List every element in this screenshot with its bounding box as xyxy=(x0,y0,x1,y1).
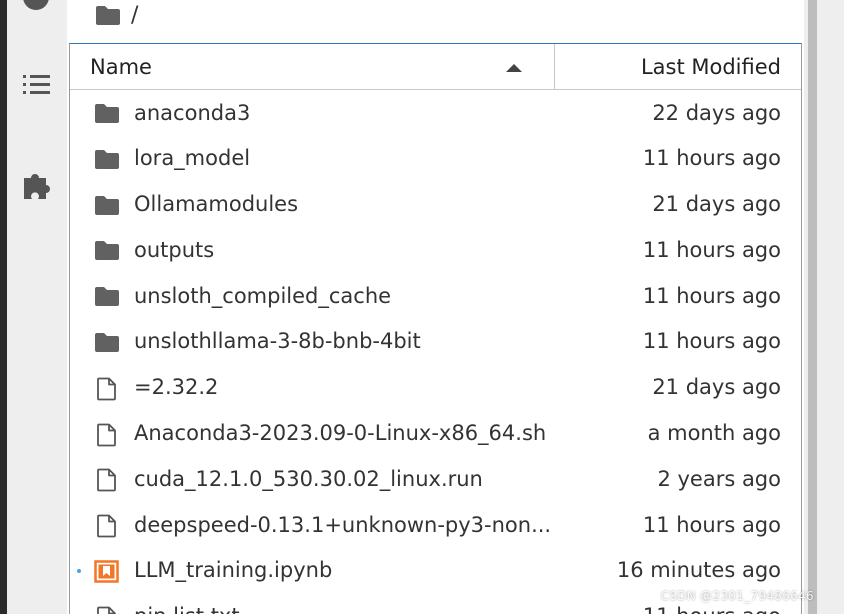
file-icon xyxy=(94,377,120,401)
running-indicator-icon xyxy=(77,568,81,573)
last-modified: 21 days ago xyxy=(652,192,781,217)
list-item[interactable]: cuda_12.1.0_530.30.02_linux.run 2 years a… xyxy=(70,456,801,502)
file-name: anaconda3 xyxy=(134,100,251,125)
file-icon xyxy=(94,468,120,492)
folder-icon xyxy=(94,194,120,216)
folder-icon[interactable] xyxy=(95,4,121,26)
folder-icon xyxy=(94,239,120,261)
last-modified: 11 hours ago xyxy=(642,329,781,354)
sort-ascending-icon[interactable] xyxy=(506,64,522,72)
last-modified: 11 hours ago xyxy=(642,283,781,308)
column-divider[interactable] xyxy=(554,44,555,90)
last-modified: 2 years ago xyxy=(657,466,781,491)
file-name: deepspeed-0.13.1+unknown-py3-non... xyxy=(134,512,552,537)
folder-icon xyxy=(94,148,120,170)
file-name: outputs xyxy=(134,237,215,262)
folder-icon xyxy=(94,102,120,124)
activity-bar xyxy=(7,0,68,614)
file-name: lora_model xyxy=(134,146,251,171)
last-modified: a month ago xyxy=(647,421,781,446)
file-name: Anaconda3-2023.09-0-Linux-x86_64.sh xyxy=(134,421,547,446)
list-item[interactable]: lora_model 11 hours ago xyxy=(70,136,801,182)
list-item[interactable]: unslothllama-3-8b-bnb-4bit 11 hours ago xyxy=(70,319,801,365)
list-item[interactable]: deepspeed-0.13.1+unknown-py3-non... 11 ho… xyxy=(70,502,801,548)
file-name: =2.32.2 xyxy=(134,375,219,400)
list-item[interactable]: Ollamamodules 21 days ago xyxy=(70,182,801,228)
list-item[interactable]: =2.32.2 21 days ago xyxy=(70,365,801,411)
file-name: cuda_12.1.0_530.30.02_linux.run xyxy=(134,466,483,491)
window-edge xyxy=(0,0,7,614)
extension-icon[interactable] xyxy=(7,166,67,200)
list-item[interactable]: outputs 11 hours ago xyxy=(70,227,801,273)
file-listing: Name Last Modified anaconda3 22 days ago l… xyxy=(69,43,802,614)
file-icon xyxy=(94,606,120,614)
notebook-icon xyxy=(94,560,120,583)
file-rows: anaconda3 22 days ago lora_model 11 hours a… xyxy=(70,90,801,614)
list-item[interactable]: LLM_training.ipynb 16 minutes ago xyxy=(70,548,801,594)
list-item[interactable]: unsloth_compiled_cache 11 hours ago xyxy=(70,273,801,319)
last-modified: 11 hours ago xyxy=(642,237,781,262)
running-icon[interactable] xyxy=(23,0,49,10)
file-icon xyxy=(94,514,120,538)
listing-header: Name Last Modified xyxy=(70,44,801,90)
folder-icon xyxy=(94,285,120,307)
last-modified: 21 days ago xyxy=(652,375,781,400)
last-modified: 22 days ago xyxy=(652,100,781,125)
file-icon xyxy=(94,423,120,446)
column-header-last-modified[interactable]: Last Modified xyxy=(641,44,781,90)
column-header-name[interactable]: Name xyxy=(90,44,152,90)
file-name: pip list.txt xyxy=(134,594,240,614)
breadcrumb-separator[interactable]: / xyxy=(131,3,138,28)
file-name: unsloth_compiled_cache xyxy=(134,283,392,308)
file-name: Ollamamodules xyxy=(134,192,299,217)
scrollbar[interactable] xyxy=(808,0,817,614)
last-modified: 11 hours ago xyxy=(642,146,781,171)
folder-icon xyxy=(94,331,120,353)
table-of-contents-icon[interactable] xyxy=(7,72,67,98)
file-name: LLM_training.ipynb xyxy=(134,558,333,583)
last-modified: 16 minutes ago xyxy=(616,558,781,583)
breadcrumb: / xyxy=(95,0,138,30)
watermark: CSDN @2301_79486646 xyxy=(660,589,814,603)
list-item[interactable]: anaconda3 22 days ago xyxy=(70,90,801,136)
list-item[interactable]: Anaconda3-2023.09-0-Linux-x86_64.sh a mon… xyxy=(70,411,801,457)
last-modified: 11 hours ago xyxy=(642,512,781,537)
file-name: unslothllama-3-8b-bnb-4bit xyxy=(134,329,421,354)
